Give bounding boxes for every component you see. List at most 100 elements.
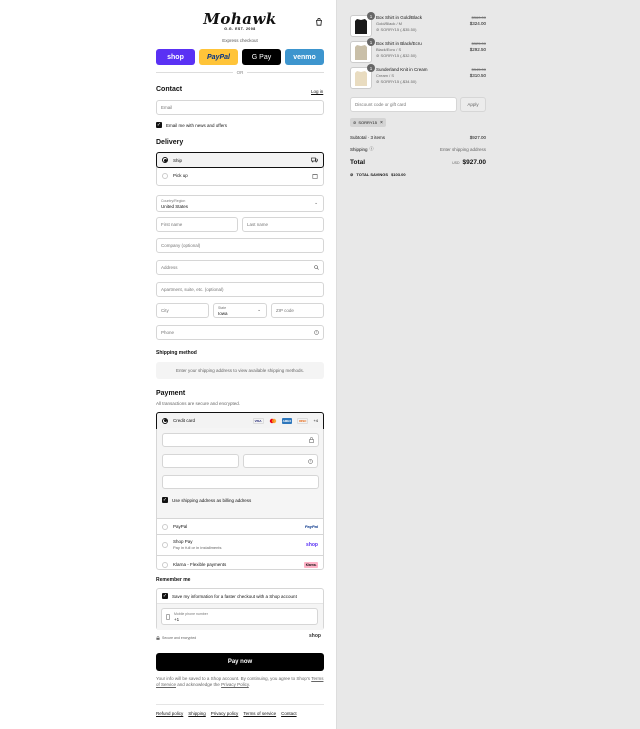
shoppay-radio[interactable] xyxy=(162,542,168,548)
or-label: OR xyxy=(236,70,244,75)
city-placeholder: City xyxy=(161,308,169,313)
phone-field[interactable]: Phone ? xyxy=(156,325,324,340)
shipping-link[interactable]: Shipping xyxy=(188,711,206,716)
search-icon xyxy=(314,265,319,270)
checkout-form-column: Mohawk G.G. EST. 2008 Express checkout s… xyxy=(0,0,336,729)
news-checkbox-row[interactable]: ✓ Email me with news and offers xyxy=(156,122,227,128)
pickup-radio[interactable] xyxy=(162,172,168,179)
credit-card-radio[interactable] xyxy=(162,417,168,424)
ship-label: Ship xyxy=(173,157,183,163)
help-icon[interactable]: ⓘ xyxy=(370,146,440,152)
contact-heading: Contact xyxy=(156,86,183,93)
news-checkbox[interactable]: ✓ xyxy=(156,122,162,128)
zip-field[interactable]: ZIP code xyxy=(271,303,324,318)
google-pay-button[interactable]: G Pay xyxy=(242,49,281,65)
close-icon[interactable]: × xyxy=(380,120,383,126)
order-summary-column: 1 Box Shirt in Gold/Black Gold/Black / M… xyxy=(336,0,640,729)
company-field[interactable]: Company (optional) xyxy=(156,238,324,253)
payment-methods: Credit card VISA AMEX DISC +4 ? ✓ Use sh… xyxy=(156,412,324,570)
first-name-field[interactable]: First name xyxy=(156,217,238,232)
help-icon[interactable]: ? xyxy=(314,330,319,335)
shoppay-logo: shop xyxy=(306,542,318,548)
save-info-checkbox[interactable]: ✓ xyxy=(162,593,168,599)
or-divider: OR xyxy=(156,70,324,75)
shoppay-option[interactable]: Shop Pay Pay in full or in installments … xyxy=(157,535,323,556)
paypal-label: PayPal xyxy=(173,524,188,529)
refund-policy-link[interactable]: Refund policy xyxy=(156,711,183,716)
terms-of-service-link[interactable]: Terms of service xyxy=(243,711,276,716)
venmo-button[interactable]: venmo xyxy=(285,49,324,65)
truck-icon xyxy=(311,157,318,163)
billing-same-row[interactable]: ✓ Use shipping address as billing addres… xyxy=(162,497,318,503)
amex-logo: AMEX xyxy=(281,417,293,424)
line-item: 1 Sunderland Knit in Cream Cream / S ⊘ S… xyxy=(350,64,486,89)
cart-icon[interactable] xyxy=(315,18,323,26)
item-old-price: $345.00 xyxy=(471,67,486,72)
security-code-field[interactable]: ? xyxy=(242,454,318,468)
company-placeholder: Company (optional) xyxy=(161,243,201,248)
last-name-field[interactable]: Last name xyxy=(242,217,324,232)
discount-code: SORRY15 xyxy=(358,120,377,125)
more-cards-count: +4 xyxy=(313,418,318,423)
news-label: Email me with news and offers xyxy=(166,122,227,128)
item-old-price: $325.00 xyxy=(471,41,486,46)
klarna-radio[interactable] xyxy=(162,561,168,568)
login-link[interactable]: Log in xyxy=(311,89,323,94)
store-icon xyxy=(312,173,318,179)
klarna-option[interactable]: Klarna - Flexible payments Klarna. xyxy=(157,556,323,573)
country-value: United States xyxy=(161,203,189,209)
state-select[interactable]: State Iowa ⌄ xyxy=(213,303,267,318)
pay-now-button[interactable]: Pay now xyxy=(156,653,324,671)
paypal-option[interactable]: PayPal PayPal xyxy=(157,519,323,535)
item-name: Sunderland Knit in Cream xyxy=(376,67,428,72)
secure-note: Secure and encrypted xyxy=(156,636,196,640)
mobile-prefix: +1 xyxy=(174,616,180,622)
contact-link[interactable]: Contact xyxy=(281,711,297,716)
card-number-field[interactable] xyxy=(162,433,319,447)
pickup-option[interactable]: Pick up xyxy=(157,167,323,184)
product-thumbnail: 1 xyxy=(350,38,375,63)
item-variant: Black/Ecru / S xyxy=(376,47,402,52)
paypal-button[interactable]: PayPal xyxy=(199,49,238,65)
remember-box: ✓ Save my information for a faster check… xyxy=(156,588,324,630)
country-select[interactable]: Country/Region United States ⌄ xyxy=(156,195,324,212)
privacy-policy-link[interactable]: Privacy policy xyxy=(211,711,239,716)
shipping-value: Enter shipping address xyxy=(439,146,486,152)
address-placeholder: Address xyxy=(161,265,178,270)
name-on-card-field[interactable] xyxy=(162,475,319,489)
tag-icon: ⊘ xyxy=(376,27,380,32)
secure-label: Secure and encrypted xyxy=(162,636,197,640)
paypal-radio[interactable] xyxy=(162,523,168,530)
total-savings: ⊘ TOTAL SAVINGS $103.00 xyxy=(350,172,406,177)
legal-text: Your info will be saved to a Shop accoun… xyxy=(156,676,324,688)
payment-heading: Payment xyxy=(156,390,186,397)
item-old-price: $360.00 xyxy=(471,15,486,20)
visa-logo: VISA xyxy=(252,417,264,424)
quantity-badge: 1 xyxy=(367,12,375,20)
discount-placeholder: Discount code or gift card xyxy=(355,102,407,107)
item-price: $324.00 xyxy=(469,21,486,26)
savings-label: TOTAL SAVINGS xyxy=(356,172,389,177)
ship-radio[interactable] xyxy=(162,157,168,163)
subtotal-label: Subtotal · 3 items xyxy=(350,135,386,140)
mobile-phone-field[interactable]: Mobile phone number +1 xyxy=(161,608,318,625)
privacy-link[interactable]: Privacy Policy xyxy=(221,682,249,687)
apartment-placeholder: Apartment, suite, etc. (optional) xyxy=(161,287,224,292)
email-field[interactable]: Email xyxy=(156,100,324,115)
discount-code-field[interactable]: Discount code or gift card xyxy=(350,97,457,112)
chevron-down-icon: ⌄ xyxy=(257,307,261,312)
address-field[interactable]: Address xyxy=(156,260,324,275)
credit-card-option[interactable]: Credit card VISA AMEX DISC +4 xyxy=(156,412,324,429)
billing-same-checkbox[interactable]: ✓ xyxy=(162,497,168,503)
apartment-field[interactable]: Apartment, suite, etc. (optional) xyxy=(156,282,324,297)
apply-button[interactable]: Apply xyxy=(460,97,486,112)
paypal-logo: PayPal xyxy=(304,524,318,529)
expiration-field[interactable] xyxy=(162,454,239,468)
help-icon[interactable]: ? xyxy=(308,458,313,464)
city-field[interactable]: City xyxy=(156,303,209,318)
save-info-row[interactable]: ✓ Save my information for a faster check… xyxy=(157,589,323,604)
item-discount-label: SORRY15 (-$32.50) xyxy=(380,53,417,58)
shop-pay-button[interactable]: shop xyxy=(156,49,195,65)
item-price: $292.50 xyxy=(469,47,486,52)
ship-option[interactable]: Ship xyxy=(156,152,324,168)
